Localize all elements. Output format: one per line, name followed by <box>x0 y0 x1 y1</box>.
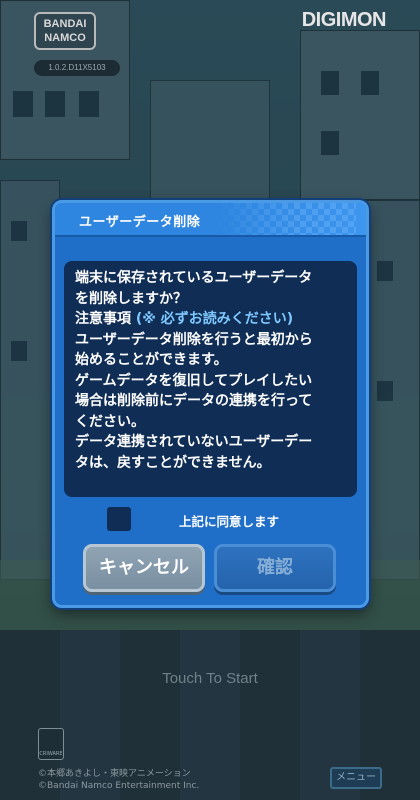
copyright: ©本郷あきよし・東映アニメーション ©Bandai Namco Entertai… <box>38 768 199 792</box>
message-line: ゲームデータを復旧してプレイしたい <box>75 372 313 389</box>
notice-prefix: 注意事項 <box>75 311 136 327</box>
copyright-line: ©本郷あきよし・東映アニメーション <box>38 769 191 779</box>
version-label: 1.0.2.D11X5103 <box>34 60 120 76</box>
criware-logo: CRIWARE <box>38 728 64 760</box>
agree-label[interactable]: 上記に同意します <box>179 511 279 530</box>
message-line: ユーザーデータ削除を行うと最初から <box>75 331 313 348</box>
bandai-namco-logo: BANDAI NAMCO <box>34 12 96 50</box>
agree-row: 上記に同意します <box>107 507 327 531</box>
message-line: 始めることができます。 <box>75 352 228 368</box>
message-box: 端末に保存されているユーザーデータ を削除しますか？ 注意事項 (※ 必ずお読み… <box>64 261 357 497</box>
building <box>150 80 270 200</box>
notice-line: 注意事項 (※ 必ずお読みください) <box>75 309 347 330</box>
agree-checkbox[interactable] <box>107 507 131 531</box>
message-line: 端末に保存されているユーザーデータ <box>75 270 313 286</box>
message-line: を削除しますか？ <box>75 290 187 307</box>
dialog-title: ユーザーデータ削除 <box>79 215 201 230</box>
notice-emphasis: (※ 必ずお読みください) <box>135 311 294 327</box>
menu-button[interactable]: メニュー <box>330 767 382 789</box>
message-line: タは、戻すことができません。 <box>75 454 271 471</box>
dialog-header: ユーザーデータ削除 <box>55 203 366 237</box>
copyright-line: ©Bandai Namco Entertainment Inc. <box>38 781 200 791</box>
header-pattern <box>216 203 356 235</box>
building <box>300 30 420 200</box>
bandai-namco-logo-text: BANDAI NAMCO <box>43 18 87 44</box>
message-line: データ連携されていないユーザーデー <box>75 434 313 450</box>
building <box>0 180 60 580</box>
message-line: ください。 <box>75 413 145 430</box>
digimon-logo: DIGIMON <box>301 9 387 31</box>
delete-user-data-dialog: ユーザーデータ削除 端末に保存されているユーザーデータ を削除しますか？ 注意事… <box>52 200 369 608</box>
cancel-button[interactable]: キャンセル <box>83 544 205 592</box>
message-line: 場合は削除前にデータの連携を行って <box>75 393 313 409</box>
touch-to-start[interactable]: Touch To Start <box>0 670 420 687</box>
confirm-button[interactable]: 確認 <box>214 544 336 592</box>
building <box>362 200 420 580</box>
